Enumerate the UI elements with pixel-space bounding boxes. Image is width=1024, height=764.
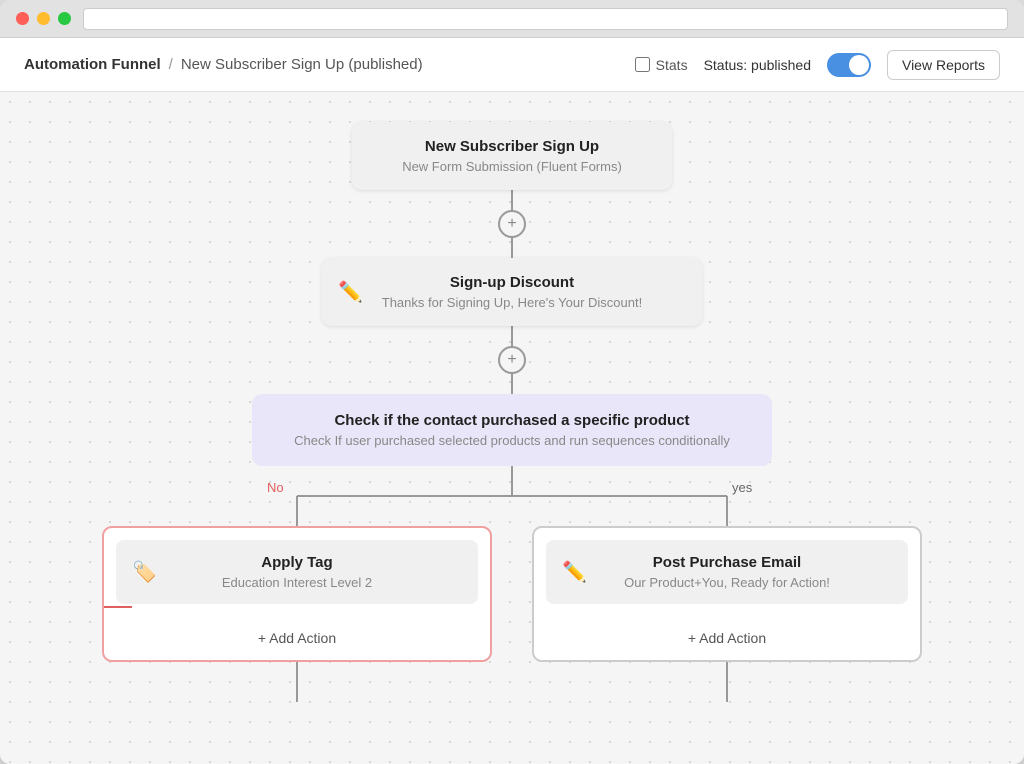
right-branch: ✏️ Post Purchase Email Our Product+You, … <box>532 526 922 662</box>
title-bar <box>0 0 1024 38</box>
trigger-node[interactable]: New Subscriber Sign Up New Form Submissi… <box>352 122 672 190</box>
email-subtitle: Thanks for Signing Up, Here's Your Disco… <box>346 295 678 310</box>
bottom-lines <box>102 662 922 702</box>
left-branch: 🏷️ Apply Tag Education Interest Level 2 … <box>102 526 492 662</box>
left-action-card[interactable]: 🏷️ Apply Tag Education Interest Level 2 <box>116 540 478 604</box>
left-action-box: 🏷️ Apply Tag Education Interest Level 2 … <box>102 526 492 662</box>
stats-checkbox-container: Stats <box>635 57 688 73</box>
svg-text:yes: yes <box>732 480 753 495</box>
add-node-button-2[interactable]: + <box>498 346 526 374</box>
svg-text:No: No <box>267 480 284 495</box>
condition-title: Check if the contact purchased a specifi… <box>276 412 748 429</box>
close-button[interactable] <box>16 12 29 25</box>
right-bottom-line <box>726 662 728 702</box>
add-node-button-1[interactable]: + <box>498 210 526 238</box>
edit-icon: ✏️ <box>338 280 363 305</box>
right-action-box: ✏️ Post Purchase Email Our Product+You, … <box>532 526 922 662</box>
stats-label: Stats <box>656 57 688 73</box>
email-node[interactable]: ✏️ Sign-up Discount Thanks for Signing U… <box>322 258 702 326</box>
app-window: Automation Funnel / New Subscriber Sign … <box>0 0 1024 764</box>
plus-icon-2: + <box>507 351 516 369</box>
minimize-button[interactable] <box>37 12 50 25</box>
plus-icon-1: + <box>507 215 516 233</box>
branch-area: No yes 🏷️ <box>102 466 922 702</box>
url-bar[interactable] <box>83 8 1008 30</box>
condition-node[interactable]: Check if the contact purchased a specifi… <box>252 394 772 466</box>
right-add-action-button[interactable]: + Add Action <box>534 616 920 660</box>
breadcrumb-main[interactable]: Automation Funnel <box>24 56 161 73</box>
connector-1: + <box>498 190 526 258</box>
edit-icon-right: ✏️ <box>562 560 587 585</box>
breadcrumb-separator: / <box>169 56 173 73</box>
status-toggle[interactable] <box>827 53 871 77</box>
breadcrumb: Automation Funnel / New Subscriber Sign … <box>24 56 635 73</box>
left-add-action-button[interactable]: + Add Action <box>104 616 490 660</box>
left-action-title: Apply Tag <box>222 554 372 571</box>
stats-checkbox[interactable] <box>635 57 650 72</box>
right-action-title: Post Purchase Email <box>624 554 830 571</box>
breadcrumb-sub: New Subscriber Sign Up (published) <box>181 56 423 73</box>
left-action-subtitle: Education Interest Level 2 <box>222 575 372 590</box>
toolbar-right: Stats Status: published View Reports <box>635 50 1000 80</box>
traffic-lights <box>16 12 71 25</box>
tag-icon-left: 🏷️ <box>132 560 157 585</box>
maximize-button[interactable] <box>58 12 71 25</box>
branch-columns: 🏷️ Apply Tag Education Interest Level 2 … <box>102 526 922 662</box>
email-title: Sign-up Discount <box>346 274 678 291</box>
canvas: New Subscriber Sign Up New Form Submissi… <box>0 92 1024 764</box>
flow-area: New Subscriber Sign Up New Form Submissi… <box>20 122 1004 702</box>
connector-2: + <box>498 326 526 394</box>
left-bottom-line <box>296 662 298 702</box>
condition-subtitle: Check If user purchased selected product… <box>276 433 748 448</box>
trigger-subtitle: New Form Submission (Fluent Forms) <box>376 159 648 174</box>
status-label: Status: published <box>704 57 811 73</box>
toolbar: Automation Funnel / New Subscriber Sign … <box>0 38 1024 92</box>
right-action-card[interactable]: ✏️ Post Purchase Email Our Product+You, … <box>546 540 908 604</box>
trigger-title: New Subscriber Sign Up <box>376 138 648 155</box>
view-reports-button[interactable]: View Reports <box>887 50 1000 80</box>
right-action-subtitle: Our Product+You, Ready for Action! <box>624 575 830 590</box>
branch-lines-svg: No yes <box>102 466 922 526</box>
